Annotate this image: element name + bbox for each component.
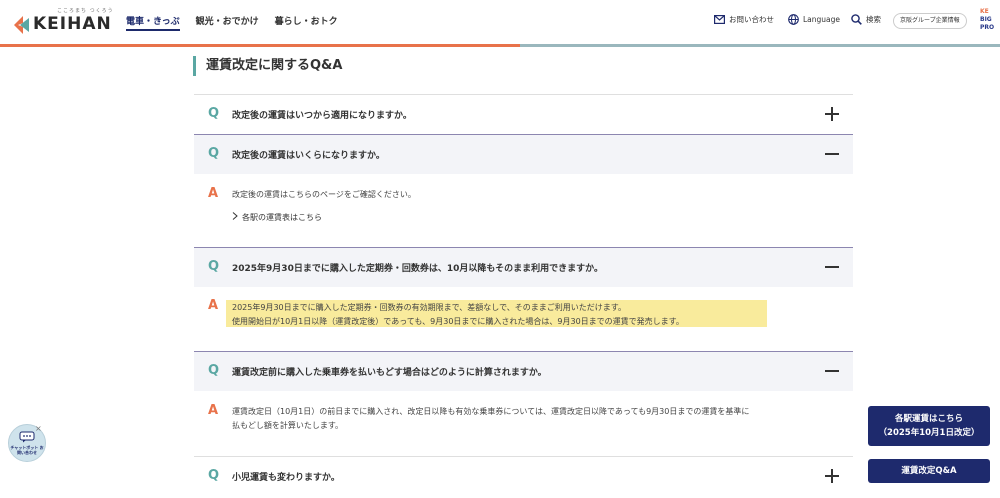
answer-text: 払もどし額を計算いたします。 [232, 421, 344, 430]
fare-button-line: （2025年10月1日改定） [878, 428, 980, 438]
fare-table-link[interactable]: 各駅の運賃表はこちら [232, 212, 322, 223]
faq-question: 小児運賃も変わりますか。 [232, 473, 340, 483]
language-link[interactable]: Language [788, 14, 840, 25]
faq-question-row[interactable]: Q 2025年9月30日までに購入した定期券・回数券は、10月以降もそのまま利用… [194, 247, 853, 287]
chat-icon [19, 431, 35, 443]
faq-item: Q 小児運賃も変わりますか。 [194, 456, 853, 496]
faq-question-row[interactable]: Q 小児運賃も変わりますか。 [194, 456, 853, 496]
nav-item-sightseeing[interactable]: 観光・おでかけ [196, 14, 259, 31]
minus-icon[interactable] [825, 364, 839, 378]
fare-by-station-button[interactable]: 各駅運賃はこちら （2025年10月1日改定） [868, 406, 990, 446]
q-mark: Q [208, 106, 220, 121]
q-mark: Q [208, 363, 220, 378]
faq-answer: A 2025年9月30日までに購入した定期券・回数券の有効期限まで、差額なしで、… [194, 287, 853, 351]
faq-question: 2025年9月30日までに購入した定期券・回数券は、10月以降もそのまま利用でき… [232, 264, 604, 274]
answer-text: 2025年9月30日までに購入した定期券・回数券の有効期限まで、差額なしで、その… [232, 303, 626, 312]
faq-item: Q 改定後の運賃はいくらになりますか。 [194, 134, 853, 174]
search-link[interactable]: 検索 [851, 14, 881, 25]
fare-qa-button[interactable]: 運賃改定Q&A [868, 459, 990, 483]
minus-icon[interactable] [825, 147, 839, 161]
faq-question: 改定後の運賃はいつから適用になりますか。 [232, 111, 412, 121]
keihan-mark-icon [14, 16, 29, 34]
faq-answer: A 改定後の運賃はこちらのページをご確認ください。 各駅の運賃表はこちら [194, 174, 853, 246]
page-title: 運賃改定に関するQ&A [193, 56, 342, 76]
a-mark: A [208, 298, 219, 313]
answer-text: 改定後の運賃はこちらのページをご確認ください。 [232, 190, 416, 199]
brand-chip-line: BIG [980, 16, 992, 23]
faq-question: 運賃改定前に購入した乗車券を払いもどす場合はどのように計算されますか。 [232, 368, 547, 378]
q-mark: Q [208, 146, 220, 161]
keihan-logo[interactable]: こころまち つくろう KEIHAN [14, 8, 114, 38]
minus-icon[interactable] [825, 260, 839, 274]
nav-item-living[interactable]: 暮らし・おトク [275, 14, 338, 31]
plus-icon[interactable] [825, 469, 839, 483]
plus-icon[interactable] [825, 107, 839, 121]
faq-answer: A 運賃改定日（10月1日）の前日までに購入され、改定日以降も有効な乗車券につい… [194, 391, 853, 456]
q-mark: Q [208, 468, 220, 483]
brand-chip[interactable]: KE BIG PRO [980, 8, 994, 32]
language-label: Language [803, 15, 841, 24]
mail-icon [714, 15, 725, 24]
search-label: 検索 [866, 15, 881, 24]
faq-question-row[interactable]: Q 運賃改定前に購入した乗車券を払いもどす場合はどのように計算されますか。 [194, 351, 853, 391]
fare-table-link-label: 各駅の運賃表はこちら [242, 213, 322, 222]
site-header: こころまち つくろう KEIHAN 電車・きっぷ 観光・おでかけ 暮らし・おトク… [0, 0, 1000, 44]
chatbot-label: チャットボット お問い合わせ [10, 445, 44, 455]
fare-button-line: 各駅運賃はこちら [894, 414, 963, 424]
close-icon[interactable]: × [35, 424, 42, 433]
brand-chip-line: KE [980, 8, 989, 15]
nav-item-trains[interactable]: 電車・きっぷ [126, 14, 180, 31]
contact-label: お問い合わせ [729, 15, 774, 24]
faq-question-row[interactable]: Q 改定後の運賃はいつから適用になりますか。 [194, 94, 853, 134]
faq-item: Q 2025年9月30日までに購入した定期券・回数券は、10月以降もそのまま利用… [194, 247, 853, 287]
contact-link[interactable]: お問い合わせ [714, 14, 774, 25]
scroll-progress-bar [0, 44, 1000, 47]
a-mark: A [208, 186, 219, 201]
corporate-info-button[interactable]: 京阪グループ企業情報 [893, 13, 967, 29]
chevron-right-icon [232, 212, 238, 220]
faq-question-row[interactable]: Q 改定後の運賃はいくらになりますか。 [194, 134, 853, 174]
scroll-progress-fill [0, 44, 520, 47]
answer-text: 運賃改定日（10月1日）の前日までに購入され、改定日以降も有効な乗車券については… [232, 407, 750, 416]
faq-item: Q 改定後の運賃はいつから適用になりますか。 [194, 94, 853, 134]
globe-icon [788, 14, 799, 25]
main-nav: 電車・きっぷ 観光・おでかけ 暮らし・おトク [126, 14, 338, 31]
logo-tagline: こころまち つくろう [57, 8, 114, 14]
faq-question: 改定後の運賃はいくらになりますか。 [232, 151, 385, 161]
answer-text: 使用開始日が10月1日以降（運賃改定後）であっても、9月30日までに購入された場… [232, 317, 684, 326]
a-mark: A [208, 403, 219, 418]
logo-text: KEIHAN [33, 14, 112, 34]
q-mark: Q [208, 259, 220, 274]
brand-chip-line: PRO [980, 24, 995, 31]
search-icon [851, 14, 862, 25]
faq-item: Q 運賃改定前に購入した乗車券を払いもどす場合はどのように計算されますか。 [194, 351, 853, 391]
